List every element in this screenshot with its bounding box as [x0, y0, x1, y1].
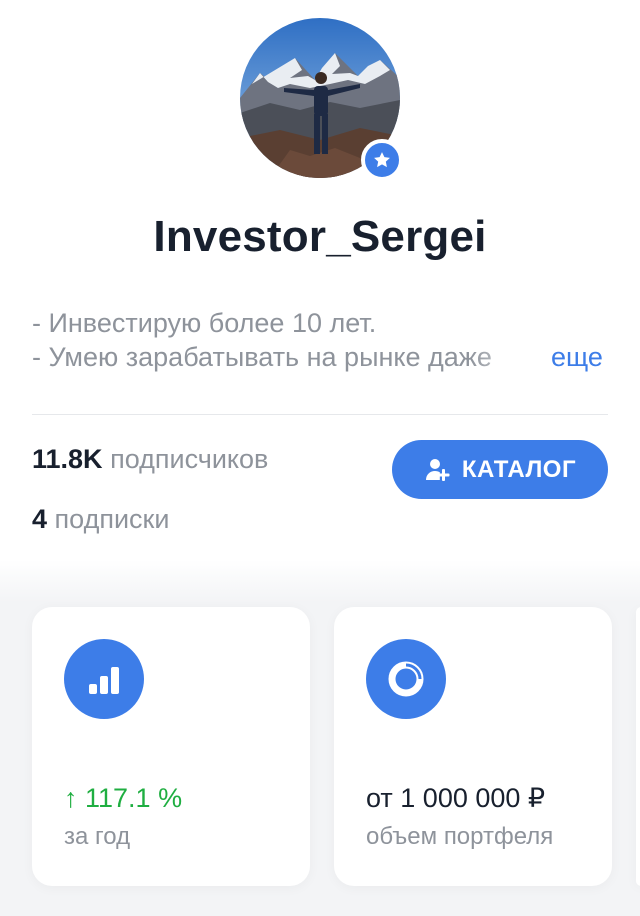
card-icon [366, 639, 446, 719]
show-more-link[interactable]: еще [551, 340, 603, 374]
following-label: подписки [54, 504, 170, 534]
following-stat[interactable]: 4 подписки [32, 504, 169, 535]
card-icon [64, 639, 144, 719]
bio: - Инвестирую более 10 лет. - Умею зараба… [32, 306, 612, 374]
bio-line: - Инвестирую более 10 лет. [32, 308, 377, 338]
followers-count: 11.8K [32, 444, 103, 474]
portfolio-label: объем портфеля [366, 823, 554, 850]
followers-stat[interactable]: 11.8K подписчиков [32, 444, 268, 475]
catalog-button-label: КАТАЛОГ [461, 455, 577, 483]
pie-chart-icon [388, 661, 424, 697]
portfolio-card[interactable]: от 1 000 000 ₽ объем портфеля [334, 607, 612, 886]
portfolio-value: от 1 000 000 ₽ [366, 783, 546, 813]
stats-cards: ↑ 117.1 % за год от 1 000 000 ₽ объем по… [0, 560, 640, 916]
bio-line: - Умею зарабатывать на рынке даже [32, 342, 492, 372]
yield-card[interactable]: ↑ 117.1 % за год [32, 607, 310, 886]
following-count: 4 [32, 504, 48, 534]
username: Investor_Sergei [153, 212, 487, 261]
divider [32, 414, 608, 415]
avatar[interactable] [240, 18, 403, 181]
followers-label: подписчиков [110, 444, 269, 474]
next-card[interactable] [636, 607, 640, 886]
catalog-button[interactable]: КАТАЛОГ [392, 440, 608, 499]
bar-chart-icon [89, 667, 119, 694]
yield-value: ↑ 117.1 % [64, 783, 183, 813]
star-icon [374, 152, 390, 168]
yield-label: за год [64, 823, 131, 850]
add-user-icon [425, 458, 450, 481]
profile-header: Investor_Sergei - Инвестирую более 10 ле… [0, 0, 640, 560]
verified-badge [361, 139, 403, 181]
